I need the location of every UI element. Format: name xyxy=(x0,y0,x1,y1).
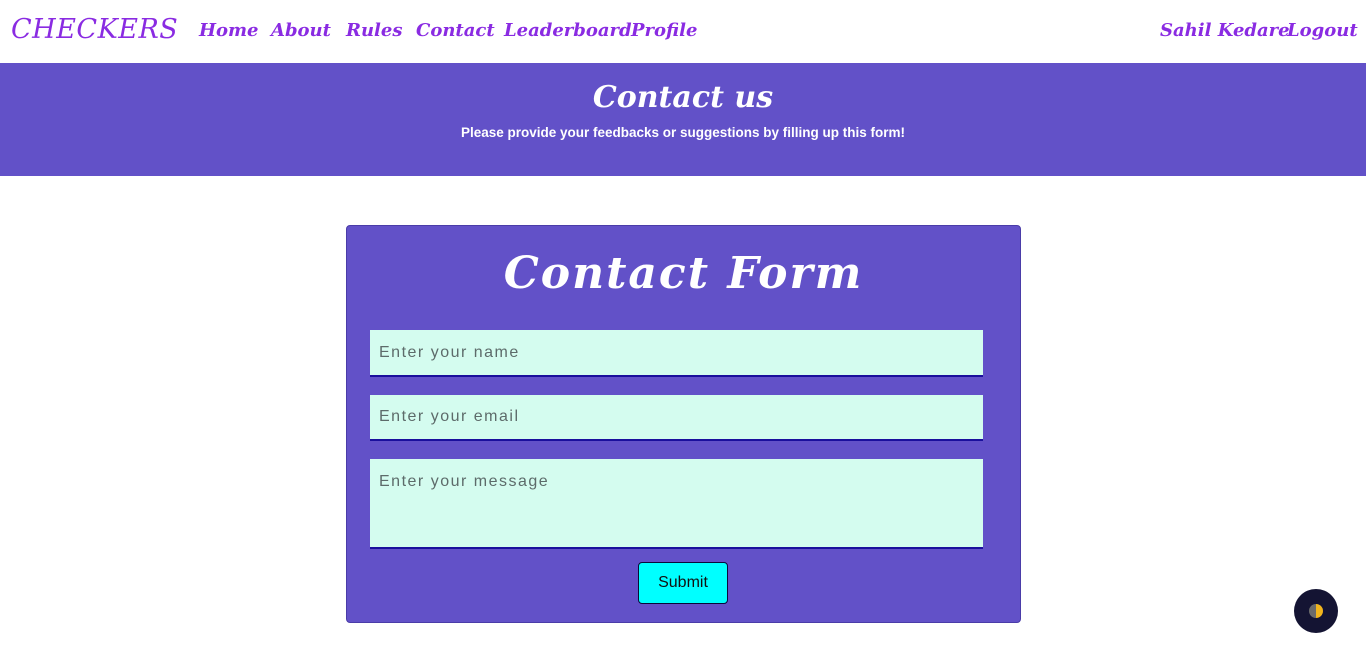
submit-button[interactable]: Submit xyxy=(638,562,728,604)
nav-logout[interactable]: Logout xyxy=(1287,20,1358,41)
theme-toggle-button[interactable] xyxy=(1294,589,1338,633)
nav-leaderboard[interactable]: Leaderboard xyxy=(504,20,632,41)
nav-rules[interactable]: Rules xyxy=(346,20,402,41)
nav-profile[interactable]: Profile xyxy=(631,20,697,41)
nav-about[interactable]: About xyxy=(271,20,331,41)
brand-logo[interactable]: CHECKERS xyxy=(11,14,178,45)
email-input[interactable] xyxy=(370,395,983,441)
navbar: CHECKERS Home About Rules Contact Leader… xyxy=(0,0,1366,63)
nav-user[interactable]: Sahil Kedare xyxy=(1160,20,1290,41)
page-subtitle: Please provide your feedbacks or suggest… xyxy=(460,125,906,140)
message-textarea[interactable] xyxy=(370,459,983,549)
nav-home[interactable]: Home xyxy=(199,20,259,41)
contact-form: Contact Form Submit xyxy=(346,225,1021,623)
form-title: Contact Form xyxy=(503,248,864,299)
page-title: Contact us xyxy=(592,80,774,115)
nav-contact[interactable]: Contact xyxy=(416,20,495,41)
hero-banner: Contact us Please provide your feedbacks… xyxy=(0,63,1366,176)
half-circle-icon xyxy=(1309,604,1323,618)
name-input[interactable] xyxy=(370,330,983,377)
